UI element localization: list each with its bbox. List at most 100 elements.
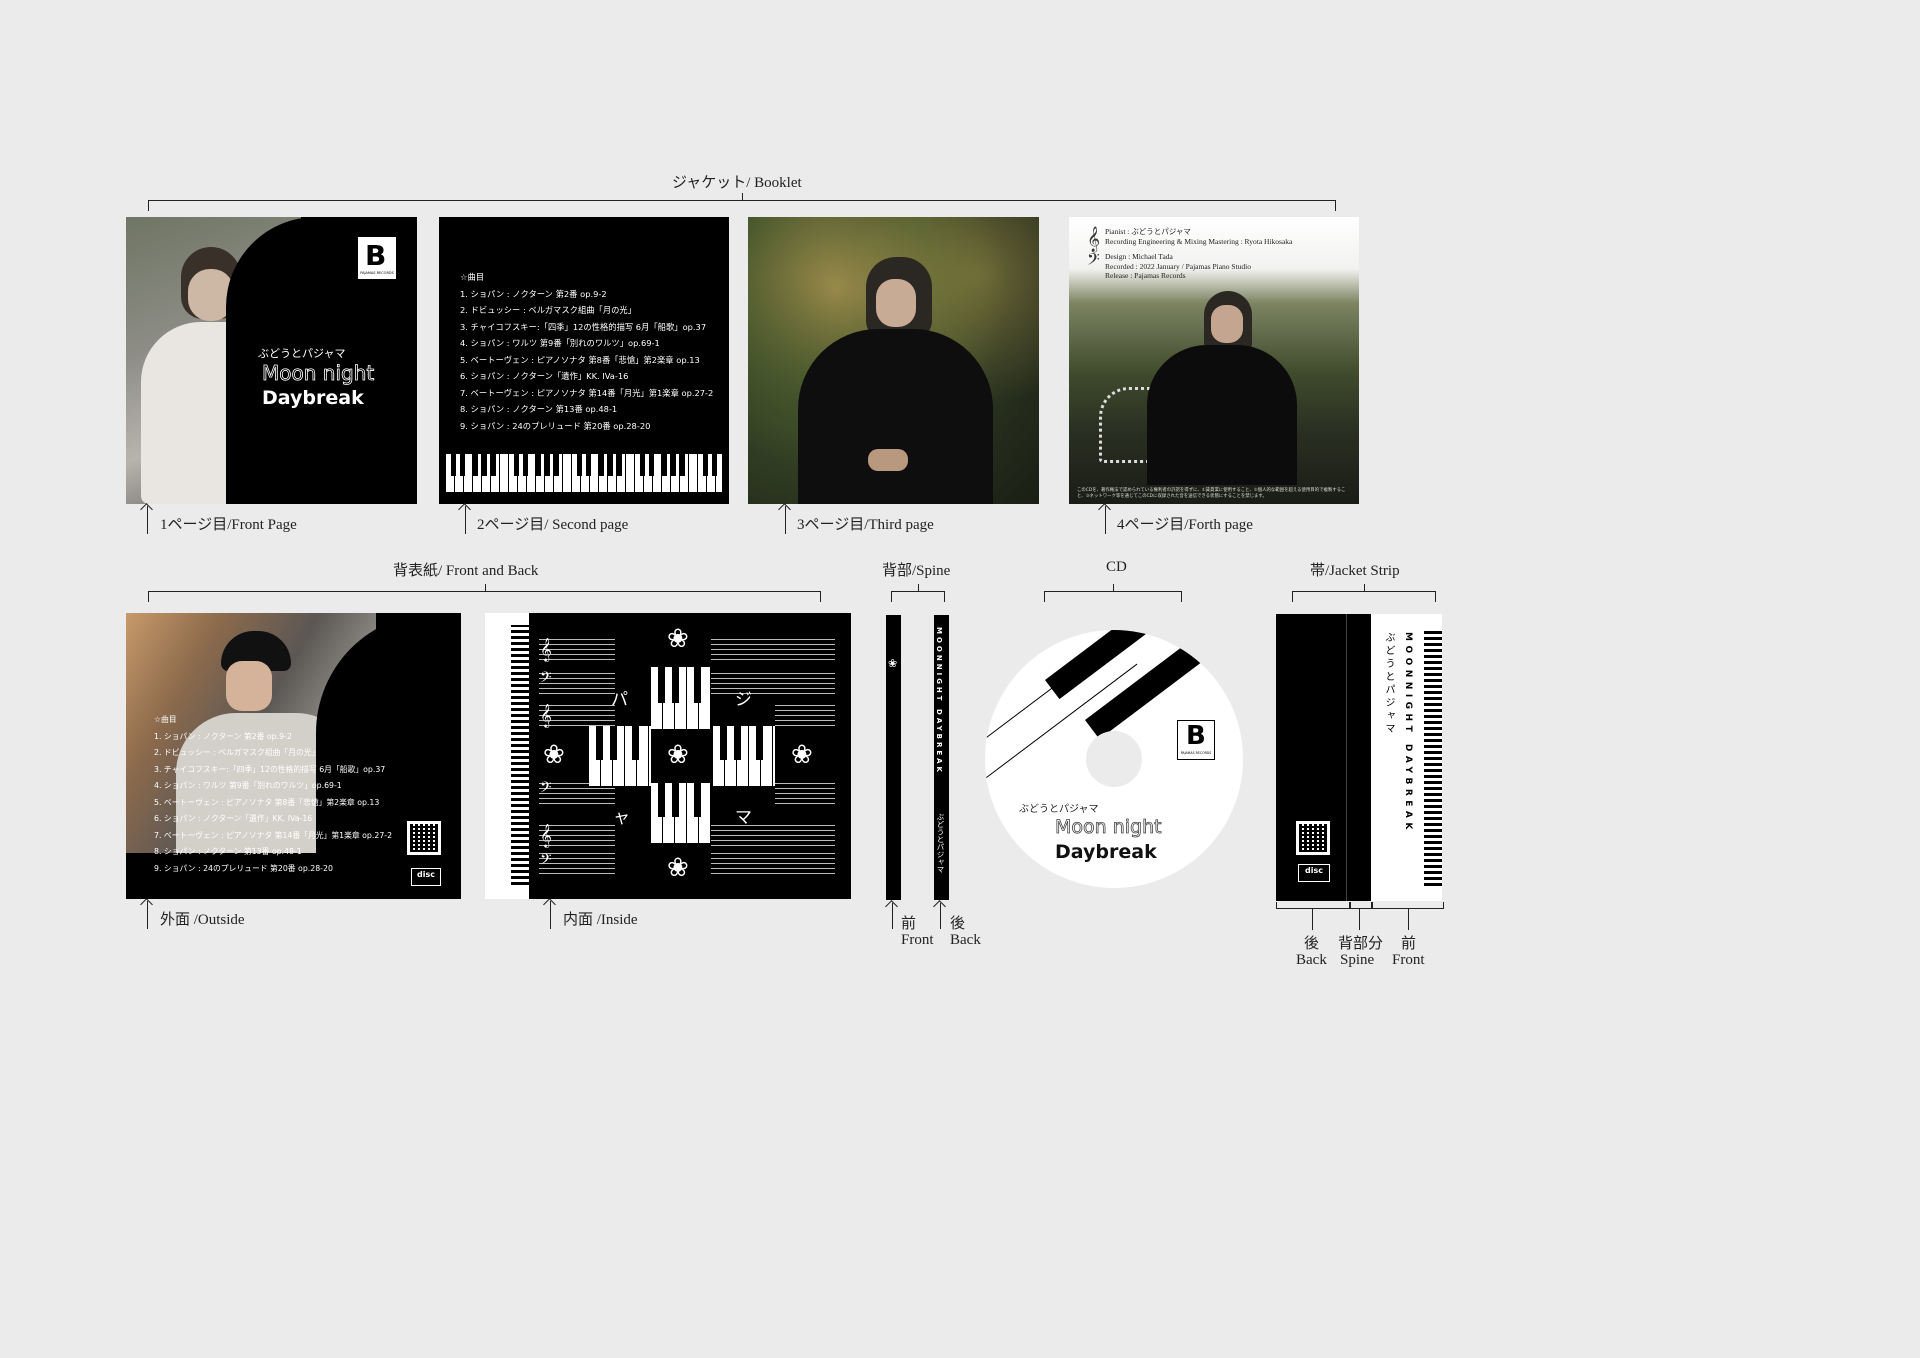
page2-label: 2ページ目/ Second page (477, 517, 629, 533)
strip-front-pointer (1408, 908, 1409, 930)
page4-label: 4ページ目/Forth page (1117, 517, 1253, 533)
strip-title: MOONNIGHT DAYBREAK (1403, 632, 1413, 834)
page4-arrow (1105, 506, 1106, 534)
black-keys (446, 454, 722, 476)
spine-back-arrow (940, 903, 941, 929)
photo-face (226, 661, 272, 711)
page3-arrow (785, 506, 786, 534)
photo-coat (798, 329, 993, 504)
staff-lines (711, 639, 835, 664)
inside-char-4: マ (735, 808, 752, 828)
grape-icon: ❀ (791, 740, 813, 770)
spine-back: MOONNIGHT DAYBREAK ぶどうとパジャマ (934, 615, 949, 900)
strip-back-en-label: Back (1296, 952, 1327, 968)
grape-icon: ❀ (667, 853, 689, 883)
cover-title-2: Daybreak (262, 387, 364, 409)
spine-bracket (891, 584, 945, 602)
track-item: 8. ショパン : ノクターン 第13番 op.48-1 (460, 404, 618, 414)
booklet-bracket (148, 193, 1336, 211)
logo-label-name: PAJAMAS RECORDS (360, 271, 394, 275)
track-item: 6. ショパン : ノクターン「遺作」KK. IVa-16 (460, 371, 629, 381)
photo-face (1211, 305, 1243, 343)
keyboard-right (713, 726, 775, 786)
spine-artist: ぶどうとパジャマ (936, 813, 945, 873)
keyboard-left (589, 726, 651, 786)
inside-char-1: パ (611, 690, 628, 710)
bass-clef-icon: 𝄢 (1087, 249, 1100, 273)
photo-coat (1147, 345, 1297, 485)
spine-front-en-label: Front (901, 932, 934, 948)
qr-pattern (1299, 824, 1327, 852)
strip-piano-keys (1424, 628, 1442, 886)
track-item: 4. ショパン : ワルツ 第9番「別れのワルツ」op.69-1 (154, 781, 342, 790)
strip-fold-line (1346, 614, 1347, 901)
piano-keyboard (446, 454, 722, 492)
cd-label: CD (1106, 559, 1127, 575)
strip-back-and-spine: disc (1276, 614, 1371, 901)
credit-line: Release : Pajamas Records (1105, 271, 1186, 280)
inside-arrow (550, 901, 551, 929)
compact-disc-logo-icon: disc (1298, 864, 1330, 882)
page3-label: 3ページ目/Third page (797, 517, 934, 533)
track-item: 9. ショパン : 24のプレリュード 第20番 op.28-20 (154, 863, 333, 873)
strip-front: ぶどうとパジャマ MOONNIGHT DAYBREAK (1371, 614, 1442, 901)
spine-back-en-label: Back (950, 932, 981, 948)
outside-label: 外面 /Outside (160, 912, 245, 928)
grape-icon: ❀ (543, 740, 565, 770)
track-item: 5. ベートーヴェン : ピアノソナタ 第8番「悲愴」第2楽章 op.13 (154, 797, 380, 807)
side-piano-keys (511, 625, 529, 885)
black-key (658, 667, 665, 703)
black-key (734, 726, 741, 760)
disc-title-1: Moon night (1055, 816, 1162, 839)
cd-center-hole (1086, 731, 1142, 787)
black-key (632, 726, 639, 760)
track-item: 2. ドビュッシー : ベルガマスク組曲「月の光」 (154, 748, 320, 757)
back-tracklist-block: ☆曲目 1. ショパン : ノクターン 第2番 op.9-2 2. ドビュッシー… (154, 712, 392, 877)
cd-bracket (1044, 584, 1182, 602)
bass-clef-icon: 𝄢 (540, 669, 552, 690)
strip-artist: ぶどうとパジャマ (1383, 632, 1394, 736)
staff-lines (711, 853, 835, 878)
black-key (756, 726, 763, 760)
label-logo: B PAJAMAS RECORDS (358, 237, 396, 279)
strip-label: 帯/Jacket Strip (1310, 563, 1400, 579)
treble-clef-icon: 𝄞 (540, 823, 552, 847)
tracklist-heading: ☆曲目 (460, 272, 485, 282)
black-key (694, 667, 701, 703)
track-item: 9. ショパン : 24のプレリュード 第20番 op.28-20 (460, 420, 651, 431)
credit-line: Recording Engineering & Mixing Mastering… (1105, 236, 1293, 246)
compact-disc-logo-icon: disc (411, 868, 441, 886)
bass-clef-icon: 𝄢 (540, 779, 552, 800)
front-back-bracket (148, 584, 821, 602)
page2-arrow (465, 506, 466, 534)
copyright-notice: このCDを、著作権法で認められている権利者の許諾を得ずに、①賃貸業に使用すること… (1077, 488, 1346, 499)
black-key (720, 726, 727, 760)
spine-front-arrow (892, 903, 893, 929)
treble-clef-icon: 𝄞 (540, 637, 552, 661)
grape-icon: ❀ (667, 624, 689, 654)
grape-icon: ❀ (667, 740, 689, 770)
page1-arrow (147, 506, 148, 534)
strip-spine-pointer (1359, 908, 1360, 930)
track-item: 3. チャイコフスキー:「四季」12の性格的描写 6月「船歌」op.37 (154, 764, 386, 774)
tracklist-block: ☆曲目 1. ショパン : ノクターン 第2番 op.9-2 2. ドビュッシー… (460, 269, 713, 434)
disc-artist: ぶどうとパジャマ (1019, 804, 1099, 815)
staff-lines (711, 673, 835, 698)
disc-title-2: Daybreak (1055, 841, 1157, 863)
track-item: 3. チャイコフスキー:「四季」12の性格的描写 6月「船歌」op.37 (460, 321, 707, 332)
track-item: 1. ショパン : ノクターン 第2番 op.9-2 (460, 288, 607, 299)
black-key (694, 783, 701, 817)
treble-clef-icon: 𝄞 (540, 703, 552, 727)
disc-label-logo: B PAJAMAS RECORDS (1177, 720, 1215, 760)
keyboard-top (651, 667, 711, 729)
cd-disc: B PAJAMAS RECORDS ぶどうとパジャマ Moon night Da… (985, 630, 1243, 888)
staff-lines (775, 783, 835, 808)
credit-line: Recorded : 2022 January / Pajamas Piano … (1105, 261, 1252, 271)
strip-spine-jp-label: 背部分 (1338, 936, 1384, 952)
page3-photo (748, 217, 1039, 504)
track-item: 6. ショパン : ノクターン「遺作」KK. IVa-16 (154, 814, 313, 823)
strip-front-jp-label: 前 (1401, 936, 1417, 952)
black-key (672, 667, 679, 703)
outside-arrow (147, 901, 148, 929)
track-item: 8. ショパン : ノクターン 第13番 op.48-1 (154, 847, 302, 856)
